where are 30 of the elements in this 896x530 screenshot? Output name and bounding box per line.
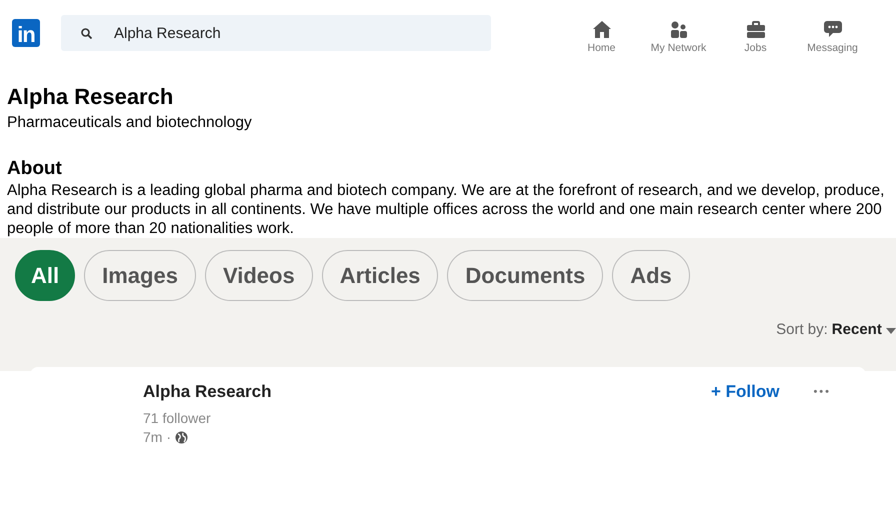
nav-item[interactable]: My Network <box>640 20 717 54</box>
filter-tab[interactable]: Articles <box>322 250 438 301</box>
search-field[interactable]: Alpha Research <box>61 15 491 51</box>
chat-icon <box>824 20 842 38</box>
industry-text: Pharmaceuticals and biotechnology <box>7 114 253 132</box>
author-name[interactable]: Alpha Research <box>143 382 272 402</box>
sort-dropdown[interactable]: Recent <box>832 321 896 338</box>
filter-tab[interactable]: Videos <box>204 250 313 301</box>
follow-button[interactable]: + Follow <box>710 382 780 402</box>
filter-tab[interactable]: All <box>15 250 76 301</box>
filter-tab[interactable]: Documents <box>447 250 604 301</box>
nav-item[interactable]: Jobs <box>717 20 794 54</box>
filter-tab[interactable]: Images <box>84 250 196 301</box>
follower-count: 71 follower <box>143 410 212 426</box>
nav-item[interactable]: Home <box>563 20 640 54</box>
search-icon <box>81 28 92 38</box>
globe-icon <box>175 430 188 444</box>
post-time: 7m · <box>143 429 171 445</box>
about-text: Alpha Research is a leading global pharma and biotech company. We are at the forefront of research, and we develop, produce, and distribute our products in all continents. We have multiple offices across the world and one main research center where 200 people of more than 20 nationalities work. <box>7 181 886 238</box>
about-heading: About <box>7 158 63 180</box>
people-icon <box>670 20 688 38</box>
nav-item[interactable]: Messaging <box>794 20 871 54</box>
sort-label: Sort by: <box>776 321 828 338</box>
caret-icon <box>886 328 896 334</box>
logo[interactable]: in <box>12 19 40 47</box>
home-icon <box>592 20 610 38</box>
more-button[interactable]: ••• <box>813 386 831 398</box>
briefcase-icon <box>746 20 764 38</box>
filter-tab[interactable]: Ads <box>612 250 690 301</box>
company-name: Alpha Research <box>7 84 174 110</box>
